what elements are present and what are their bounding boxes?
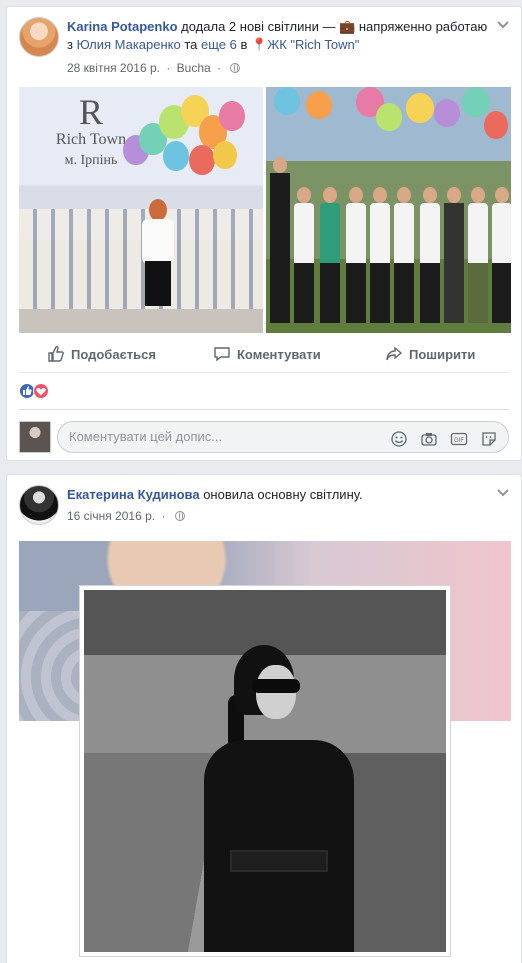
balloons [123, 95, 263, 195]
author-avatar[interactable] [19, 17, 59, 57]
news-feed: Karina Potapenko додала 2 нові світлини … [0, 0, 522, 963]
like-label: Подобається [71, 346, 156, 362]
photo-team[interactable] [266, 87, 511, 333]
sticker-icon[interactable] [480, 430, 498, 448]
globe-icon[interactable] [174, 511, 185, 521]
comment-label: Коментувати [237, 346, 321, 362]
tagged-person[interactable]: Юлия Макаренко [77, 37, 181, 52]
location-pin-icon: 📍 [251, 37, 268, 52]
feeling-text: напряженно работаю [358, 19, 488, 34]
share-button[interactable]: Поширити [385, 345, 475, 363]
post-header: Екатерина Кудинова оновила основну світл… [19, 485, 509, 545]
in-text: в [236, 37, 252, 52]
and-text: та [180, 37, 202, 52]
divider [19, 409, 509, 410]
photo-grid: R Rich Town м. Ірпінь [19, 87, 511, 333]
post-card: Karina Potapenko додала 2 нові світлини … [6, 6, 522, 461]
woman-portrait [194, 645, 354, 952]
thumbs-up-icon [48, 345, 64, 362]
comment-input[interactable]: Коментувати цей допис... GIF [57, 421, 509, 453]
like-button[interactable]: Подобається [47, 345, 156, 363]
post-date[interactable]: 28 квітня 2016 р. [67, 61, 160, 75]
post-actions: Подобається Коментувати Поширити [19, 337, 509, 373]
author-name[interactable]: Karina Potapenko [67, 19, 178, 34]
post-headline: Екатерина Кудинова оновила основну світл… [67, 486, 489, 504]
comment-placeholder: Коментувати цей допис... [69, 429, 223, 444]
post-meta: 16 січня 2016 р. · [67, 509, 185, 523]
post-place[interactable]: Bucha [177, 61, 211, 75]
with-text: з [67, 37, 77, 52]
share-label: Поширити [409, 346, 476, 362]
share-arrow-icon [386, 346, 403, 361]
post-date[interactable]: 16 січня 2016 р. [67, 509, 155, 523]
gif-icon[interactable]: GIF [450, 430, 468, 448]
chevron-down-icon[interactable] [497, 21, 509, 29]
tagged-others[interactable]: еще 6 [201, 37, 237, 52]
team-group [266, 157, 511, 333]
location-link[interactable]: ЖК "Rich Town" [267, 37, 359, 52]
comment-tools: GIF [390, 430, 498, 448]
chevron-down-icon[interactable] [497, 489, 509, 497]
svg-text:GIF: GIF [454, 438, 464, 444]
globe-icon[interactable] [230, 63, 241, 73]
action-text: оновила основну світлину. [203, 487, 363, 502]
photo-promo[interactable]: R Rich Town м. Ірпінь [19, 87, 263, 333]
profile-photo-frame[interactable] [79, 585, 451, 957]
briefcase-icon: 💼 [339, 19, 356, 34]
post-header: Karina Potapenko додала 2 нові світлини … [19, 17, 509, 77]
post-card: Екатерина Кудинова оновила основну світл… [6, 474, 522, 963]
viewer-avatar [19, 421, 51, 453]
woman-figure [137, 199, 179, 329]
comment-bubble-icon [214, 347, 230, 362]
author-name[interactable]: Екатерина Кудинова [67, 487, 200, 502]
profile-photo [84, 590, 446, 952]
action-text: додала 2 нові світлини — [181, 19, 340, 34]
post-meta: 28 квітня 2016 р. · Bucha · [67, 61, 241, 75]
balloons [266, 87, 511, 147]
camera-icon[interactable] [420, 430, 438, 448]
author-avatar[interactable] [19, 485, 59, 525]
comment-button[interactable]: Коментувати [213, 345, 321, 363]
post-headline: Karina Potapenko додала 2 нові світлини … [67, 18, 489, 54]
smiley-icon[interactable] [390, 430, 408, 448]
love-reaction-icon [33, 383, 49, 399]
comment-composer: Коментувати цей допис... GIF [19, 419, 509, 453]
